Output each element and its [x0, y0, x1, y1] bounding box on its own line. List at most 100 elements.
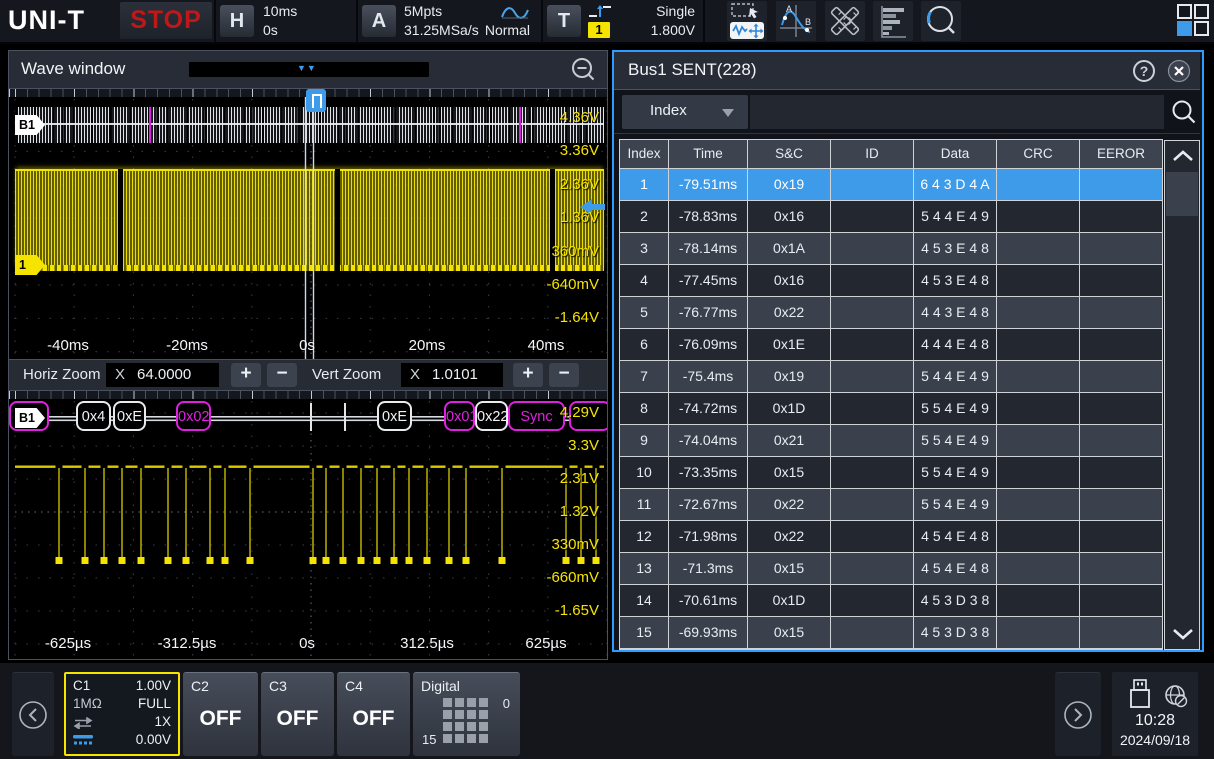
- search-icon[interactable]: [1170, 99, 1198, 127]
- vert-zoom-out-button[interactable]: −: [549, 363, 579, 387]
- table-cell: 5 4 4 E 4 9: [914, 361, 996, 392]
- trigger-menu-button[interactable]: T: [547, 5, 581, 37]
- horizontal-scale[interactable]: 10ms: [263, 3, 297, 19]
- main-waveform-plot[interactable]: B1 1 4.36V3.36V2.36V1.36V360mV-640mV-1.6…: [9, 97, 607, 359]
- column-header[interactable]: S&C: [748, 140, 830, 168]
- table-row[interactable]: 8-74.72ms0x1D5 5 4 E 4 9: [620, 393, 1162, 424]
- column-header[interactable]: Time: [669, 140, 747, 168]
- table-cell: 0x1D: [748, 585, 830, 616]
- table-cell: [831, 457, 913, 488]
- digital-first-index: 0: [503, 696, 510, 711]
- table-cell: [1080, 233, 1162, 264]
- scroll-up-icon[interactable]: [1171, 147, 1195, 165]
- voltage-label: 1.36V: [519, 209, 599, 227]
- table-cell: -78.14ms: [669, 233, 747, 264]
- collapse-left-button[interactable]: [12, 672, 54, 756]
- table-row[interactable]: 3-78.14ms0x1A4 5 3 E 4 8: [620, 233, 1162, 264]
- table-cell: 6: [620, 329, 668, 360]
- ab-curve-tool-button[interactable]: A B: [776, 1, 816, 41]
- channel4-button[interactable]: C4 OFF: [337, 672, 410, 756]
- position-indicator-icon[interactable]: ▼▼: [297, 63, 317, 73]
- table-cell: 12: [620, 521, 668, 552]
- table-cell: 5 5 4 E 4 9: [914, 489, 996, 520]
- table-row[interactable]: 5-76.77ms0x224 4 3 E 4 8: [620, 297, 1162, 328]
- horizontal-position-bar[interactable]: ▼▼: [189, 62, 429, 77]
- table-cell: 3: [620, 233, 668, 264]
- voltage-label: 3.36V: [519, 142, 599, 160]
- scroll-down-icon[interactable]: [1171, 625, 1195, 643]
- digital-channels-button[interactable]: Digital 0 15: [413, 672, 520, 756]
- vert-zoom-in-button[interactable]: +: [513, 363, 543, 387]
- table-cell: [1080, 457, 1162, 488]
- table-cell: [831, 329, 913, 360]
- scroll-thumb[interactable]: [1166, 172, 1198, 216]
- channel3-button[interactable]: C3 OFF: [261, 672, 334, 756]
- table-cell: [831, 553, 913, 584]
- table-cell: -79.51ms: [669, 169, 747, 200]
- horiz-zoom-value[interactable]: X64.0000: [106, 363, 219, 387]
- table-row[interactable]: 1-79.51ms0x196 4 3 D 4 A: [620, 169, 1162, 200]
- table-row[interactable]: 7-75.4ms0x195 4 4 E 4 9: [620, 361, 1162, 392]
- channel1-button[interactable]: C1 1.00V 1MΩ FULL 1X 0.00V: [64, 672, 180, 756]
- channel1-bandwidth: FULL: [138, 696, 171, 711]
- table-row[interactable]: 10-73.35ms0x155 5 4 E 4 9: [620, 457, 1162, 488]
- close-icon[interactable]: [1167, 59, 1191, 83]
- vert-zoom-value[interactable]: X1.0101: [401, 363, 503, 387]
- divider: [356, 0, 358, 42]
- zoom-waveform-plot[interactable]: C0x40xE0x020xE0x010x22Sync B1 4.29V3.3V2…: [9, 399, 607, 659]
- table-cell: [831, 489, 913, 520]
- table-cell: 4 5 3 D 3 8: [914, 617, 996, 648]
- waveform-drag-tool-button[interactable]: [727, 1, 767, 41]
- column-header[interactable]: CRC: [997, 140, 1079, 168]
- decode-box: 0xE: [113, 401, 146, 431]
- status-clock-panel[interactable]: 10:28 2024/09/18: [1112, 672, 1198, 756]
- memory-depth[interactable]: 5Mpts: [404, 3, 442, 19]
- help-icon[interactable]: ?: [1132, 59, 1156, 83]
- search-field-dropdown[interactable]: Index: [622, 95, 748, 129]
- table-row[interactable]: 9-74.04ms0x215 5 4 E 4 9: [620, 425, 1162, 456]
- horiz-zoom-out-button[interactable]: −: [267, 363, 297, 387]
- horizontal-menu-button[interactable]: H: [220, 5, 254, 37]
- table-cell: [997, 329, 1079, 360]
- table-cell: [997, 361, 1079, 392]
- search-input[interactable]: [750, 95, 1164, 129]
- horiz-zoom-in-button[interactable]: +: [231, 363, 261, 387]
- time-label: -20ms: [147, 337, 227, 355]
- sample-rate[interactable]: 31.25MSa/s: [404, 22, 479, 38]
- column-header[interactable]: EEROR: [1080, 140, 1162, 168]
- zoom-out-icon[interactable]: [571, 57, 597, 83]
- zoom-cursor-handle[interactable]: [306, 89, 326, 112]
- table-row[interactable]: 4-77.45ms0x164 5 3 E 4 8: [620, 265, 1162, 296]
- table-row[interactable]: 11-72.67ms0x225 5 4 E 4 9: [620, 489, 1162, 520]
- trigger-level[interactable]: 1.800V: [630, 22, 695, 38]
- table-cell: 5: [620, 297, 668, 328]
- table-cell: 0x19: [748, 361, 830, 392]
- trigger-mode[interactable]: Single: [630, 3, 695, 19]
- run-stop-button[interactable]: STOP: [120, 2, 212, 39]
- table-scrollbar[interactable]: [1164, 140, 1200, 650]
- table-row[interactable]: 2-78.83ms0x165 4 4 E 4 9: [620, 201, 1162, 232]
- trigger-source-badge[interactable]: 1: [588, 22, 610, 38]
- time-label: -40ms: [28, 337, 108, 355]
- channel2-button[interactable]: C2 OFF: [183, 672, 258, 756]
- expand-right-button[interactable]: [1055, 672, 1101, 756]
- horizontal-position[interactable]: 0s: [263, 22, 278, 38]
- column-header[interactable]: Data: [914, 140, 996, 168]
- window-layout-button[interactable]: [1173, 1, 1213, 41]
- table-row[interactable]: 14-70.61ms0x1D4 5 3 D 3 8: [620, 585, 1162, 616]
- column-header[interactable]: ID: [831, 140, 913, 168]
- table-row[interactable]: 15-69.93ms0x154 5 3 D 3 8: [620, 617, 1162, 648]
- acquire-mode[interactable]: Normal: [480, 22, 530, 38]
- table-row[interactable]: 13-71.3ms0x154 5 4 E 4 8: [620, 553, 1162, 584]
- bottom-channel-bar: C1 1.00V 1MΩ FULL 1X 0.00V: [0, 663, 1214, 759]
- table-cell: -71.3ms: [669, 553, 747, 584]
- search-tool-button[interactable]: [921, 1, 961, 41]
- table-cell: 4 5 3 E 4 8: [914, 265, 996, 296]
- measure-rulers-button[interactable]: [825, 1, 865, 41]
- bus-panel-header: Bus1 SENT(228) ?: [614, 52, 1200, 90]
- acquire-menu-button[interactable]: A: [362, 5, 396, 37]
- table-row[interactable]: 6-76.09ms0x1E4 4 4 E 4 8: [620, 329, 1162, 360]
- histogram-tool-button[interactable]: [873, 1, 913, 41]
- column-header[interactable]: Index: [620, 140, 668, 168]
- table-row[interactable]: 12-71.98ms0x224 5 4 E 4 8: [620, 521, 1162, 552]
